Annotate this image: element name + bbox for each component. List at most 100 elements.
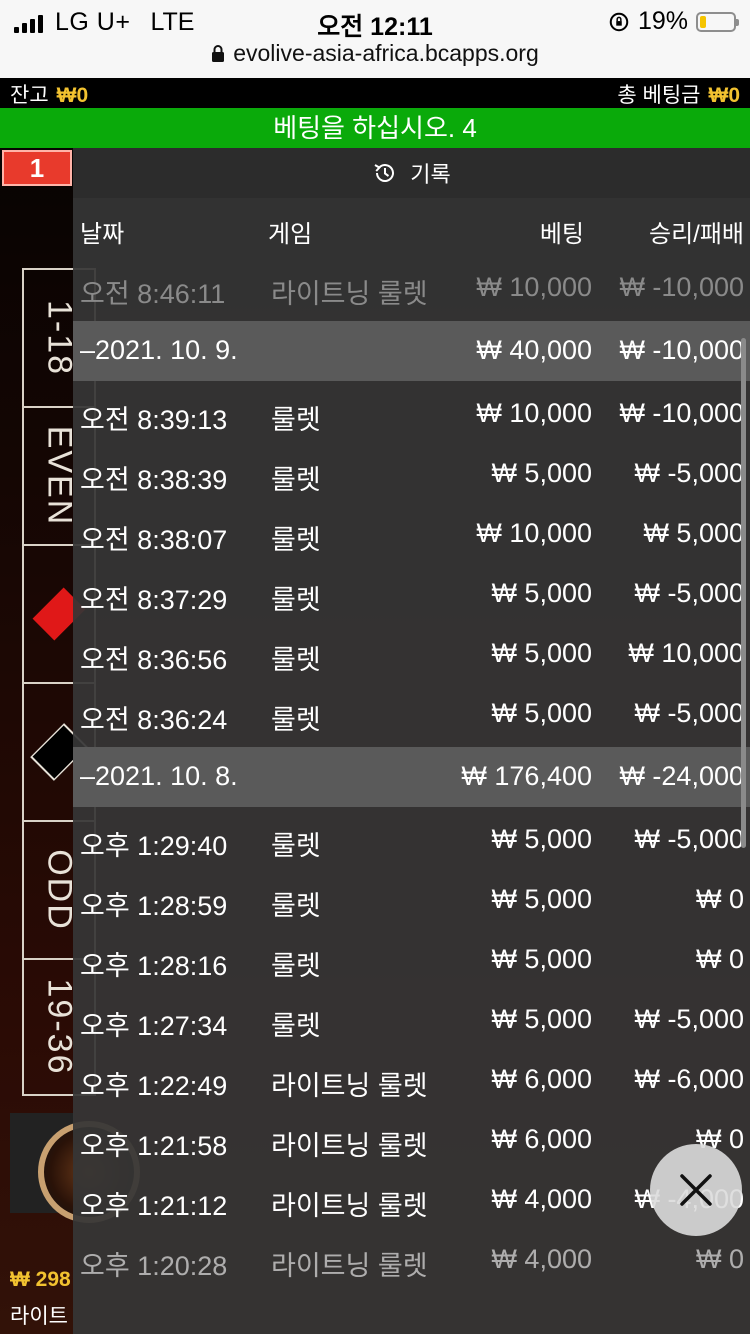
row-win-loss: ₩ -24,000 — [619, 761, 744, 791]
row-game: 룰렛 — [271, 831, 321, 861]
row-time: 오전 8:36:56 — [80, 645, 228, 675]
row-game: 룰렛 — [271, 1011, 321, 1041]
row-time: 오후 1:20:28 — [80, 1251, 228, 1281]
row-win-loss: ₩ -5,000 — [634, 824, 744, 854]
bottom-balance: ₩ 298 — [10, 1268, 71, 1291]
close-button[interactable] — [650, 1144, 742, 1236]
history-row[interactable]: 오전 8:38:39 룰렛 ₩ 5,000 ₩ -5,000 — [73, 444, 750, 504]
history-row[interactable]: 오후 1:28:16 룰렛 ₩ 5,000 ₩ 0 — [73, 930, 750, 990]
last-result-badge: 1 — [2, 150, 72, 186]
row-game: 룰렛 — [271, 525, 321, 555]
history-row[interactable]: 오전 8:36:24 룰렛 ₩ 5,000 ₩ -5,000 — [73, 684, 750, 744]
row-win-loss: ₩ -5,000 — [634, 1004, 744, 1034]
row-time: 오후 1:28:16 — [80, 951, 228, 981]
balance-value: ₩0 — [56, 84, 89, 107]
row-win-loss: ₩ 5,000 — [643, 518, 744, 548]
history-title-bar: 기록 — [73, 148, 750, 198]
row-win-loss: ₩ -10,000 — [619, 272, 744, 302]
row-bet: ₩ 5,000 — [491, 458, 592, 488]
row-time: 오후 1:29:40 — [80, 831, 228, 861]
row-game: 라이트닝 룰렛 — [271, 1191, 428, 1221]
row-bet: ₩ 5,000 — [491, 578, 592, 608]
close-icon — [680, 1174, 712, 1206]
row-win-loss: ₩ -5,000 — [634, 458, 744, 488]
group-date: –2021. 10. 8. — [80, 761, 238, 791]
row-game: 룰렛 — [271, 465, 321, 495]
row-win-loss: ₩ 10,000 — [628, 638, 744, 668]
history-date-group-row[interactable]: –2021. 10. 9. ₩ 40,000 ₩ -10,000 — [73, 321, 750, 381]
row-bet: ₩ 10,000 — [476, 272, 592, 302]
row-time: 오후 1:27:34 — [80, 1011, 228, 1041]
row-time: 오후 1:21:12 — [80, 1191, 228, 1221]
address-bar[interactable]: evolive-asia-africa.bcapps.org — [0, 40, 750, 67]
row-bet: ₩ 5,000 — [491, 1004, 592, 1034]
row-bet: ₩ 5,000 — [491, 824, 592, 854]
row-win-loss: ₩ -5,000 — [634, 578, 744, 608]
battery-fill — [700, 15, 706, 28]
row-bet: ₩ 6,000 — [491, 1064, 592, 1094]
balance-bar: 잔고 ₩0 총 베팅금 ₩0 — [0, 78, 750, 108]
group-date: –2021. 10. 9. — [80, 335, 238, 365]
history-clock-icon — [374, 164, 395, 182]
row-game: 룰렛 — [271, 891, 321, 921]
history-row[interactable]: 오전 8:37:29 룰렛 ₩ 5,000 ₩ -5,000 — [73, 564, 750, 624]
column-header-bet: 베팅 — [539, 221, 584, 248]
row-bet: ₩ 5,000 — [491, 638, 592, 668]
row-bet: ₩ 5,000 — [491, 884, 592, 914]
history-row[interactable]: 오후 1:28:59 룰렛 ₩ 5,000 ₩ 0 — [73, 870, 750, 930]
row-bet: ₩ 40,000 — [476, 335, 592, 365]
wheel-thumbnail[interactable] — [10, 1113, 140, 1223]
row-game: 라이트닝 룰렛 — [271, 1071, 428, 1101]
history-row[interactable]: 오후 1:29:40 룰렛 ₩ 5,000 ₩ -5,000 — [73, 810, 750, 870]
balance-display: 잔고 ₩0 — [10, 79, 88, 109]
lock-icon — [212, 45, 225, 62]
row-bet: ₩ 176,400 — [461, 761, 592, 791]
row-time: 오후 1:28:59 — [80, 891, 228, 921]
row-bet: ₩ 4,000 — [491, 1184, 592, 1214]
history-title: 기록 — [410, 162, 451, 187]
row-game: 룰렛 — [271, 951, 321, 981]
row-game: 룰렛 — [271, 585, 321, 615]
row-game: 룰렛 — [271, 405, 321, 435]
row-time: 오후 1:22:49 — [80, 1071, 228, 1101]
row-bet: ₩ 5,000 — [491, 944, 592, 974]
row-win-loss: ₩ -5,000 — [634, 698, 744, 728]
history-row[interactable]: 오전 8:46:11 라이트닝 룰렛 ₩ 10,000 ₩ -10,000 — [73, 258, 750, 318]
column-header-game: 게임 — [268, 221, 313, 248]
rotation-lock-icon — [609, 12, 629, 31]
row-game: 룰렛 — [271, 645, 321, 675]
history-list[interactable]: 오전 8:46:11 라이트닝 룰렛 ₩ 10,000 ₩ -10,000 –2021.… — [73, 258, 750, 1290]
balance-label: 잔고 — [10, 84, 49, 107]
column-header-win-loss: 승리/패배 — [649, 221, 744, 248]
scrollbar[interactable] — [741, 338, 746, 848]
history-row[interactable]: 오전 8:38:07 룰렛 ₩ 10,000 ₩ 5,000 — [73, 504, 750, 564]
row-win-loss: ₩ -10,000 — [619, 335, 744, 365]
total-bet-display: 총 베팅금 ₩0 — [617, 79, 740, 109]
history-row[interactable]: 오후 1:27:34 룰렛 ₩ 5,000 ₩ -5,000 — [73, 990, 750, 1050]
total-bet-label: 총 베팅금 — [617, 84, 701, 107]
betting-status-banner: 베팅을 하십시오. 4 — [0, 108, 750, 148]
history-row[interactable]: 오전 8:39:13 룰렛 ₩ 10,000 ₩ -10,000 — [73, 384, 750, 444]
row-win-loss: ₩ -10,000 — [619, 398, 744, 428]
history-row[interactable]: 오후 1:21:58 라이트닝 룰렛 ₩ 6,000 ₩ 0 — [73, 1110, 750, 1170]
row-bet: ₩ 5,000 — [491, 698, 592, 728]
history-row[interactable]: 오후 1:21:12라이트닝 룰렛₩ 4,000₩ -4,000 — [73, 1170, 750, 1230]
row-game: 룰렛 — [271, 705, 321, 735]
bottom-game-name: 라이트 — [10, 1305, 68, 1328]
row-win-loss: ₩ 0 — [695, 1244, 744, 1274]
history-row[interactable]: 오전 8:36:56 룰렛 ₩ 5,000 ₩ 10,000 — [73, 624, 750, 684]
history-date-group-row[interactable]: –2021. 10. 8. ₩ 176,400 ₩ -24,000 — [73, 747, 750, 807]
column-header-date: 날짜 — [80, 221, 125, 248]
row-time: 오후 1:21:58 — [80, 1131, 228, 1161]
row-game: 라이트닝 룰렛 — [271, 279, 428, 309]
history-row[interactable]: 오후 1:20:28 라이트닝 룰렛 ₩ 4,000 ₩ 0 — [73, 1230, 750, 1290]
history-panel: 기록 날짜 게임 베팅 승리/패배 오전 8:46:11 라이트닝 룰렛 ₩ 10,… — [73, 148, 750, 1334]
row-bet: ₩ 10,000 — [476, 518, 592, 548]
history-row[interactable]: 오후 1:22:49 라이트닝 룰렛 ₩ 6,000 ₩ -6,000 — [73, 1050, 750, 1110]
status-right: 19% — [608, 7, 739, 36]
row-game: 라이트닝 룰렛 — [271, 1251, 428, 1281]
status-bar: LG U+ LTE 오전 12:11 19% evolive-asia-afri… — [0, 0, 750, 78]
row-time: 오전 8:39:13 — [80, 405, 228, 435]
row-game: 라이트닝 룰렛 — [271, 1131, 428, 1161]
row-time: 오전 8:37:29 — [80, 585, 228, 615]
